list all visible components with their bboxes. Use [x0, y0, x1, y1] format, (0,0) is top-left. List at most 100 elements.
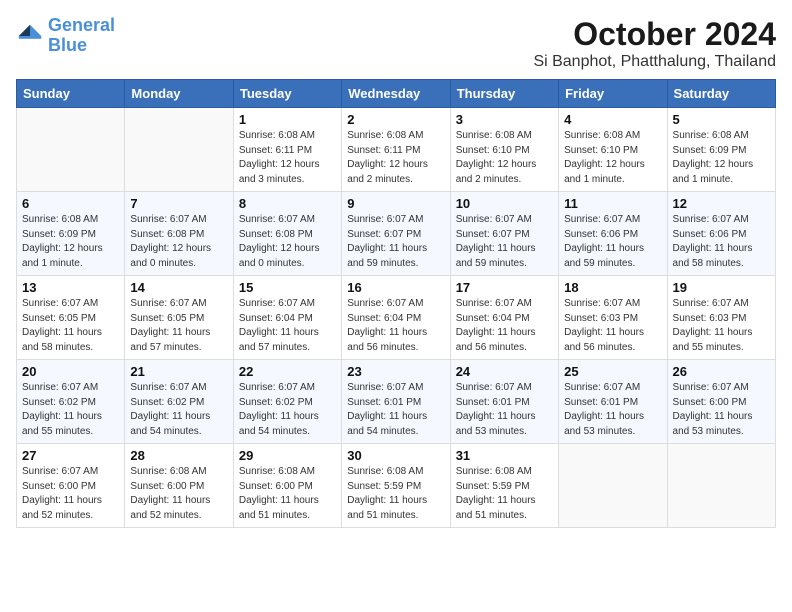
day-number: 20 [22, 364, 119, 379]
day-number: 15 [239, 280, 336, 295]
day-info: Sunrise: 6:07 AM Sunset: 6:08 PM Dayligh… [239, 213, 336, 271]
day-info: Sunrise: 6:08 AM Sunset: 6:09 PM Dayligh… [673, 129, 770, 187]
day-number: 11 [564, 196, 661, 211]
calendar-week-row: 13 Sunrise: 6:07 AM Sunset: 6:05 PM Dayli… [17, 276, 776, 360]
calendar-cell: 29Sunrise: 6:08 AM Sunset: 6:00 PM Dayli… [233, 444, 341, 528]
calendar-week-row: 27 Sunrise: 6:07 AM Sunset: 6:00 PM Dayli… [17, 444, 776, 528]
calendar-table: SundayMondayTuesdayWednesdayThursdayFrid… [16, 79, 776, 528]
day-info: Sunrise: 6:07 AM Sunset: 6:04 PM Dayligh… [239, 297, 336, 355]
calendar-cell: 18 Sunrise: 6:07 AM Sunset: 6:03 PM Dayli… [559, 276, 667, 360]
calendar-cell: 30Sunrise: 6:08 AM Sunset: 5:59 PM Dayli… [342, 444, 450, 528]
calendar-cell: 25 Sunrise: 6:07 AM Sunset: 6:01 PM Dayli… [559, 360, 667, 444]
title-block: October 2024 Si Banphot, Phatthalung, Th… [533, 16, 776, 71]
calendar-cell: 16 Sunrise: 6:07 AM Sunset: 6:04 PM Dayli… [342, 276, 450, 360]
calendar-cell [17, 108, 125, 192]
day-number: 23 [347, 364, 444, 379]
calendar-cell: 28Sunrise: 6:08 AM Sunset: 6:00 PM Dayli… [125, 444, 233, 528]
calendar-cell: 19 Sunrise: 6:07 AM Sunset: 6:03 PM Dayli… [667, 276, 775, 360]
day-info: Sunrise: 6:08 AM Sunset: 6:11 PM Dayligh… [239, 129, 336, 187]
day-info: Sunrise: 6:08 AM Sunset: 6:11 PM Dayligh… [347, 129, 444, 187]
calendar-header-friday: Friday [559, 80, 667, 108]
day-number: 3 [456, 112, 553, 127]
calendar-header-monday: Monday [125, 80, 233, 108]
calendar-cell: 5 Sunrise: 6:08 AM Sunset: 6:09 PM Daylig… [667, 108, 775, 192]
day-info: Sunrise: 6:07 AM Sunset: 6:04 PM Dayligh… [456, 297, 553, 355]
day-number: 10 [456, 196, 553, 211]
day-info: Sunrise: 6:07 AM Sunset: 6:04 PM Dayligh… [347, 297, 444, 355]
calendar-header-sunday: Sunday [17, 80, 125, 108]
day-info: Sunrise: 6:07 AM Sunset: 6:08 PM Dayligh… [130, 213, 227, 271]
day-info: Sunrise: 6:08 AM Sunset: 5:59 PM Dayligh… [456, 465, 553, 523]
calendar-cell: 4Sunrise: 6:08 AM Sunset: 6:10 PM Daylig… [559, 108, 667, 192]
calendar-cell: 14Sunrise: 6:07 AM Sunset: 6:05 PM Dayli… [125, 276, 233, 360]
day-number: 7 [130, 196, 227, 211]
month-title: October 2024 [533, 16, 776, 53]
day-number: 8 [239, 196, 336, 211]
day-info: Sunrise: 6:07 AM Sunset: 6:01 PM Dayligh… [564, 381, 661, 439]
calendar-cell: 1 Sunrise: 6:08 AM Sunset: 6:11 PM Daylig… [233, 108, 341, 192]
calendar-cell: 31 Sunrise: 6:08 AM Sunset: 5:59 PM Dayli… [450, 444, 558, 528]
calendar-cell: 9 Sunrise: 6:07 AM Sunset: 6:07 PM Daylig… [342, 192, 450, 276]
calendar-cell: 15 Sunrise: 6:07 AM Sunset: 6:04 PM Dayli… [233, 276, 341, 360]
day-number: 12 [673, 196, 770, 211]
day-info: Sunrise: 6:07 AM Sunset: 6:01 PM Dayligh… [347, 381, 444, 439]
day-info: Sunrise: 6:07 AM Sunset: 6:06 PM Dayligh… [673, 213, 770, 271]
day-number: 1 [239, 112, 336, 127]
day-number: 24 [456, 364, 553, 379]
day-info: Sunrise: 6:07 AM Sunset: 6:07 PM Dayligh… [347, 213, 444, 271]
calendar-cell: 23 Sunrise: 6:07 AM Sunset: 6:01 PM Dayli… [342, 360, 450, 444]
page-header: General Blue October 2024 Si Banphot, Ph… [16, 16, 776, 71]
day-info: Sunrise: 6:08 AM Sunset: 6:10 PM Dayligh… [456, 129, 553, 187]
day-number: 13 [22, 280, 119, 295]
calendar-header-row: SundayMondayTuesdayWednesdayThursdayFrid… [17, 80, 776, 108]
calendar-cell: 12 Sunrise: 6:07 AM Sunset: 6:06 PM Dayli… [667, 192, 775, 276]
calendar-cell: 6Sunrise: 6:08 AM Sunset: 6:09 PM Daylig… [17, 192, 125, 276]
calendar-cell: 26Sunrise: 6:07 AM Sunset: 6:00 PM Dayli… [667, 360, 775, 444]
day-number: 17 [456, 280, 553, 295]
calendar-cell: 27 Sunrise: 6:07 AM Sunset: 6:00 PM Dayli… [17, 444, 125, 528]
calendar-cell: 2 Sunrise: 6:08 AM Sunset: 6:11 PM Daylig… [342, 108, 450, 192]
day-info: Sunrise: 6:07 AM Sunset: 6:03 PM Dayligh… [673, 297, 770, 355]
day-number: 22 [239, 364, 336, 379]
calendar-cell [667, 444, 775, 528]
day-number: 19 [673, 280, 770, 295]
day-number: 30 [347, 448, 444, 463]
day-info: Sunrise: 6:07 AM Sunset: 6:03 PM Dayligh… [564, 297, 661, 355]
calendar-header-wednesday: Wednesday [342, 80, 450, 108]
logo: General Blue [16, 16, 115, 56]
day-info: Sunrise: 6:07 AM Sunset: 6:01 PM Dayligh… [456, 381, 553, 439]
day-info: Sunrise: 6:07 AM Sunset: 6:00 PM Dayligh… [673, 381, 770, 439]
calendar-cell [125, 108, 233, 192]
day-info: Sunrise: 6:08 AM Sunset: 6:00 PM Dayligh… [239, 465, 336, 523]
day-number: 4 [564, 112, 661, 127]
day-number: 5 [673, 112, 770, 127]
calendar-cell: 13 Sunrise: 6:07 AM Sunset: 6:05 PM Dayli… [17, 276, 125, 360]
day-number: 2 [347, 112, 444, 127]
day-number: 6 [22, 196, 119, 211]
calendar-cell: 17 Sunrise: 6:07 AM Sunset: 6:04 PM Dayli… [450, 276, 558, 360]
day-number: 27 [22, 448, 119, 463]
calendar-cell: 22 Sunrise: 6:07 AM Sunset: 6:02 PM Dayli… [233, 360, 341, 444]
logo-text: General Blue [48, 16, 115, 56]
calendar-cell: 24 Sunrise: 6:07 AM Sunset: 6:01 PM Dayli… [450, 360, 558, 444]
calendar-header-tuesday: Tuesday [233, 80, 341, 108]
day-number: 28 [130, 448, 227, 463]
day-info: Sunrise: 6:07 AM Sunset: 6:07 PM Dayligh… [456, 213, 553, 271]
calendar-cell: 7 Sunrise: 6:07 AM Sunset: 6:08 PM Daylig… [125, 192, 233, 276]
day-info: Sunrise: 6:07 AM Sunset: 6:02 PM Dayligh… [130, 381, 227, 439]
day-info: Sunrise: 6:07 AM Sunset: 6:00 PM Dayligh… [22, 465, 119, 523]
logo-icon [16, 22, 44, 50]
day-number: 25 [564, 364, 661, 379]
day-info: Sunrise: 6:07 AM Sunset: 6:02 PM Dayligh… [239, 381, 336, 439]
day-info: Sunrise: 6:07 AM Sunset: 6:02 PM Dayligh… [22, 381, 119, 439]
day-number: 16 [347, 280, 444, 295]
day-info: Sunrise: 6:07 AM Sunset: 6:05 PM Dayligh… [22, 297, 119, 355]
calendar-header-saturday: Saturday [667, 80, 775, 108]
calendar-cell: 3 Sunrise: 6:08 AM Sunset: 6:10 PM Daylig… [450, 108, 558, 192]
location: Si Banphot, Phatthalung, Thailand [533, 53, 776, 71]
calendar-cell: 10 Sunrise: 6:07 AM Sunset: 6:07 PM Dayli… [450, 192, 558, 276]
day-number: 9 [347, 196, 444, 211]
day-number: 31 [456, 448, 553, 463]
calendar-cell [559, 444, 667, 528]
day-number: 18 [564, 280, 661, 295]
